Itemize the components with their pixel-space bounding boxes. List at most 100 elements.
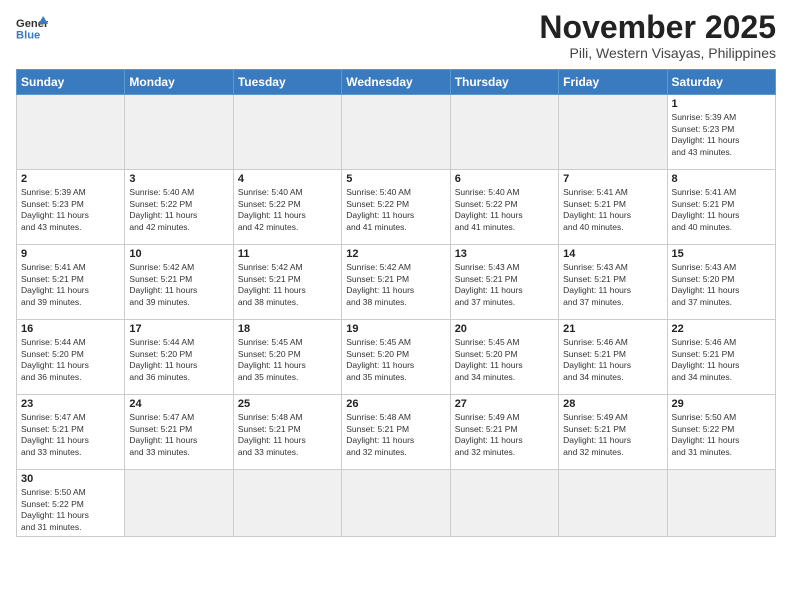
day-info: Sunrise: 5:45 AM Sunset: 5:20 PM Dayligh… (455, 337, 554, 383)
day-info: Sunrise: 5:39 AM Sunset: 5:23 PM Dayligh… (21, 187, 120, 233)
col-header-tuesday: Tuesday (233, 70, 341, 95)
day-info: Sunrise: 5:44 AM Sunset: 5:20 PM Dayligh… (21, 337, 120, 383)
day-info: Sunrise: 5:40 AM Sunset: 5:22 PM Dayligh… (346, 187, 445, 233)
day-number: 11 (238, 248, 337, 260)
generalblue-logo-icon: General Blue (16, 14, 48, 42)
day-info: Sunrise: 5:40 AM Sunset: 5:22 PM Dayligh… (129, 187, 228, 233)
day-info: Sunrise: 5:42 AM Sunset: 5:21 PM Dayligh… (129, 262, 228, 308)
col-header-friday: Friday (559, 70, 667, 95)
calendar-cell (450, 95, 558, 170)
calendar-cell: 23Sunrise: 5:47 AM Sunset: 5:21 PM Dayli… (17, 395, 125, 470)
calendar-cell (233, 95, 341, 170)
calendar-cell: 17 Sunrise: 5:44 AM Sunset: 5:20 PM Dayli… (125, 320, 233, 395)
calendar-week-row: 9Sunrise: 5:41 AM Sunset: 5:21 PM Daylig… (17, 245, 776, 320)
day-number: 25 (238, 398, 337, 410)
day-info: Sunrise: 5:42 AM Sunset: 5:21 PM Dayligh… (346, 262, 445, 308)
calendar-cell (233, 470, 341, 537)
calendar-cell: 15 Sunrise: 5:43 AM Sunset: 5:20 PM Dayli… (667, 245, 775, 320)
calendar-cell: 3 Sunrise: 5:40 AM Sunset: 5:22 PM Daylig… (125, 170, 233, 245)
day-number: 3 (129, 173, 228, 185)
day-number: 30 (21, 473, 120, 485)
calendar-cell: 27 Sunrise: 5:49 AM Sunset: 5:21 PM Dayli… (450, 395, 558, 470)
day-number: 1 (672, 98, 771, 110)
day-info: Sunrise: 5:46 AM Sunset: 5:21 PM Dayligh… (672, 337, 771, 383)
calendar-cell: 18Sunrise: 5:45 AM Sunset: 5:20 PM Dayli… (233, 320, 341, 395)
calendar-cell: 14Sunrise: 5:43 AM Sunset: 5:21 PM Dayli… (559, 245, 667, 320)
day-info: Sunrise: 5:45 AM Sunset: 5:20 PM Dayligh… (238, 337, 337, 383)
calendar-cell: 9Sunrise: 5:41 AM Sunset: 5:21 PM Daylig… (17, 245, 125, 320)
col-header-thursday: Thursday (450, 70, 558, 95)
calendar-week-row: 30 Sunrise: 5:50 AM Sunset: 5:22 PM Dayli… (17, 470, 776, 537)
calendar-cell: 8 Sunrise: 5:41 AM Sunset: 5:21 PM Daylig… (667, 170, 775, 245)
day-number: 27 (455, 398, 554, 410)
day-number: 21 (563, 323, 662, 335)
calendar-cell: 4 Sunrise: 5:40 AM Sunset: 5:22 PM Daylig… (233, 170, 341, 245)
calendar-cell (125, 95, 233, 170)
day-number: 13 (455, 248, 554, 260)
col-header-wednesday: Wednesday (342, 70, 450, 95)
calendar-cell: 19Sunrise: 5:45 AM Sunset: 5:20 PM Dayli… (342, 320, 450, 395)
calendar-cell: 22 Sunrise: 5:46 AM Sunset: 5:21 PM Dayli… (667, 320, 775, 395)
day-info: Sunrise: 5:43 AM Sunset: 5:21 PM Dayligh… (455, 262, 554, 308)
day-number: 10 (129, 248, 228, 260)
calendar-cell: 10 Sunrise: 5:42 AM Sunset: 5:21 PM Dayli… (125, 245, 233, 320)
calendar-week-row: 1 Sunrise: 5:39 AM Sunset: 5:23 PM Daylig… (17, 95, 776, 170)
col-header-monday: Monday (125, 70, 233, 95)
logo-area: General Blue (16, 14, 48, 42)
calendar-cell (450, 470, 558, 537)
col-header-saturday: Saturday (667, 70, 775, 95)
calendar-cell (559, 95, 667, 170)
day-info: Sunrise: 5:50 AM Sunset: 5:22 PM Dayligh… (672, 412, 771, 458)
calendar-cell (342, 95, 450, 170)
day-info: Sunrise: 5:45 AM Sunset: 5:20 PM Dayligh… (346, 337, 445, 383)
month-title: November 2025 (539, 10, 776, 45)
calendar-cell (667, 470, 775, 537)
day-info: Sunrise: 5:40 AM Sunset: 5:22 PM Dayligh… (238, 187, 337, 233)
day-number: 17 (129, 323, 228, 335)
day-number: 26 (346, 398, 445, 410)
title-area: November 2025 Pili, Western Visayas, Phi… (539, 10, 776, 61)
calendar-cell: 11 Sunrise: 5:42 AM Sunset: 5:21 PM Dayli… (233, 245, 341, 320)
day-info: Sunrise: 5:41 AM Sunset: 5:21 PM Dayligh… (672, 187, 771, 233)
day-info: Sunrise: 5:42 AM Sunset: 5:21 PM Dayligh… (238, 262, 337, 308)
day-info: Sunrise: 5:43 AM Sunset: 5:21 PM Dayligh… (563, 262, 662, 308)
calendar-cell: 26 Sunrise: 5:48 AM Sunset: 5:21 PM Dayli… (342, 395, 450, 470)
calendar-cell: 2 Sunrise: 5:39 AM Sunset: 5:23 PM Daylig… (17, 170, 125, 245)
day-number: 15 (672, 248, 771, 260)
calendar-week-row: 16Sunrise: 5:44 AM Sunset: 5:20 PM Dayli… (17, 320, 776, 395)
calendar-cell: 12 Sunrise: 5:42 AM Sunset: 5:21 PM Dayli… (342, 245, 450, 320)
calendar-cell (17, 95, 125, 170)
day-info: Sunrise: 5:40 AM Sunset: 5:22 PM Dayligh… (455, 187, 554, 233)
day-number: 7 (563, 173, 662, 185)
day-info: Sunrise: 5:41 AM Sunset: 5:21 PM Dayligh… (21, 262, 120, 308)
calendar-cell (125, 470, 233, 537)
day-info: Sunrise: 5:48 AM Sunset: 5:21 PM Dayligh… (238, 412, 337, 458)
calendar-cell: 28Sunrise: 5:49 AM Sunset: 5:21 PM Dayli… (559, 395, 667, 470)
day-number: 22 (672, 323, 771, 335)
page-container: General Blue November 2025 Pili, Western… (0, 0, 792, 547)
day-info: Sunrise: 5:43 AM Sunset: 5:20 PM Dayligh… (672, 262, 771, 308)
calendar-cell: 25 Sunrise: 5:48 AM Sunset: 5:21 PM Dayli… (233, 395, 341, 470)
day-info: Sunrise: 5:47 AM Sunset: 5:21 PM Dayligh… (129, 412, 228, 458)
day-number: 8 (672, 173, 771, 185)
day-number: 28 (563, 398, 662, 410)
day-number: 24 (129, 398, 228, 410)
calendar-table: SundayMondayTuesdayWednesdayThursdayFrid… (16, 69, 776, 537)
calendar-header-row: SundayMondayTuesdayWednesdayThursdayFrid… (17, 70, 776, 95)
location-subtitle: Pili, Western Visayas, Philippines (539, 45, 776, 61)
day-number: 4 (238, 173, 337, 185)
day-info: Sunrise: 5:46 AM Sunset: 5:21 PM Dayligh… (563, 337, 662, 383)
header: General Blue November 2025 Pili, Western… (16, 10, 776, 61)
calendar-cell: 29Sunrise: 5:50 AM Sunset: 5:22 PM Dayli… (667, 395, 775, 470)
day-number: 5 (346, 173, 445, 185)
day-number: 12 (346, 248, 445, 260)
day-info: Sunrise: 5:44 AM Sunset: 5:20 PM Dayligh… (129, 337, 228, 383)
day-info: Sunrise: 5:49 AM Sunset: 5:21 PM Dayligh… (455, 412, 554, 458)
calendar-cell: 7Sunrise: 5:41 AM Sunset: 5:21 PM Daylig… (559, 170, 667, 245)
day-info: Sunrise: 5:39 AM Sunset: 5:23 PM Dayligh… (672, 112, 771, 158)
calendar-cell: 16Sunrise: 5:44 AM Sunset: 5:20 PM Dayli… (17, 320, 125, 395)
day-number: 2 (21, 173, 120, 185)
day-info: Sunrise: 5:48 AM Sunset: 5:21 PM Dayligh… (346, 412, 445, 458)
day-info: Sunrise: 5:50 AM Sunset: 5:22 PM Dayligh… (21, 487, 120, 533)
calendar-cell: 30 Sunrise: 5:50 AM Sunset: 5:22 PM Dayli… (17, 470, 125, 537)
